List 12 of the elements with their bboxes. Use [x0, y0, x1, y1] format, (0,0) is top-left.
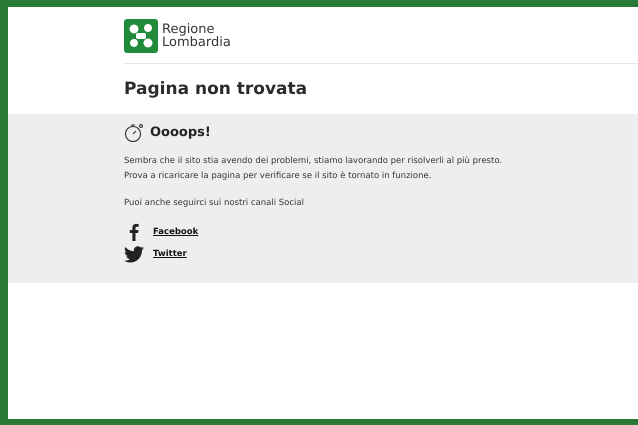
social-link[interactable]: Facebook: [153, 226, 198, 238]
facebook-icon: [129, 223, 139, 241]
logo-text: Regione: [162, 22, 215, 36]
stopwatch-icon: [124, 123, 144, 143]
social-link[interactable]: Twitter: [153, 248, 187, 261]
page-title: Pagina non trovata: [124, 78, 308, 100]
logo-icon: [124, 18, 158, 52]
notice-heading: Oooops!: [150, 124, 211, 142]
notice-paragraph: Sembra che il sito stia avendo dei problemi, stiamo lavorando per risolverli al più presto. Prova a ricaricare la pagina per verificare se il sito è tornato in funzione.: [124, 155, 504, 183]
notice-paragraph: Puoi anche seguirci sui nostri canali Social: [124, 197, 305, 210]
logo-text: Lombardia: [162, 36, 231, 48]
bird-icon: [124, 246, 144, 263]
